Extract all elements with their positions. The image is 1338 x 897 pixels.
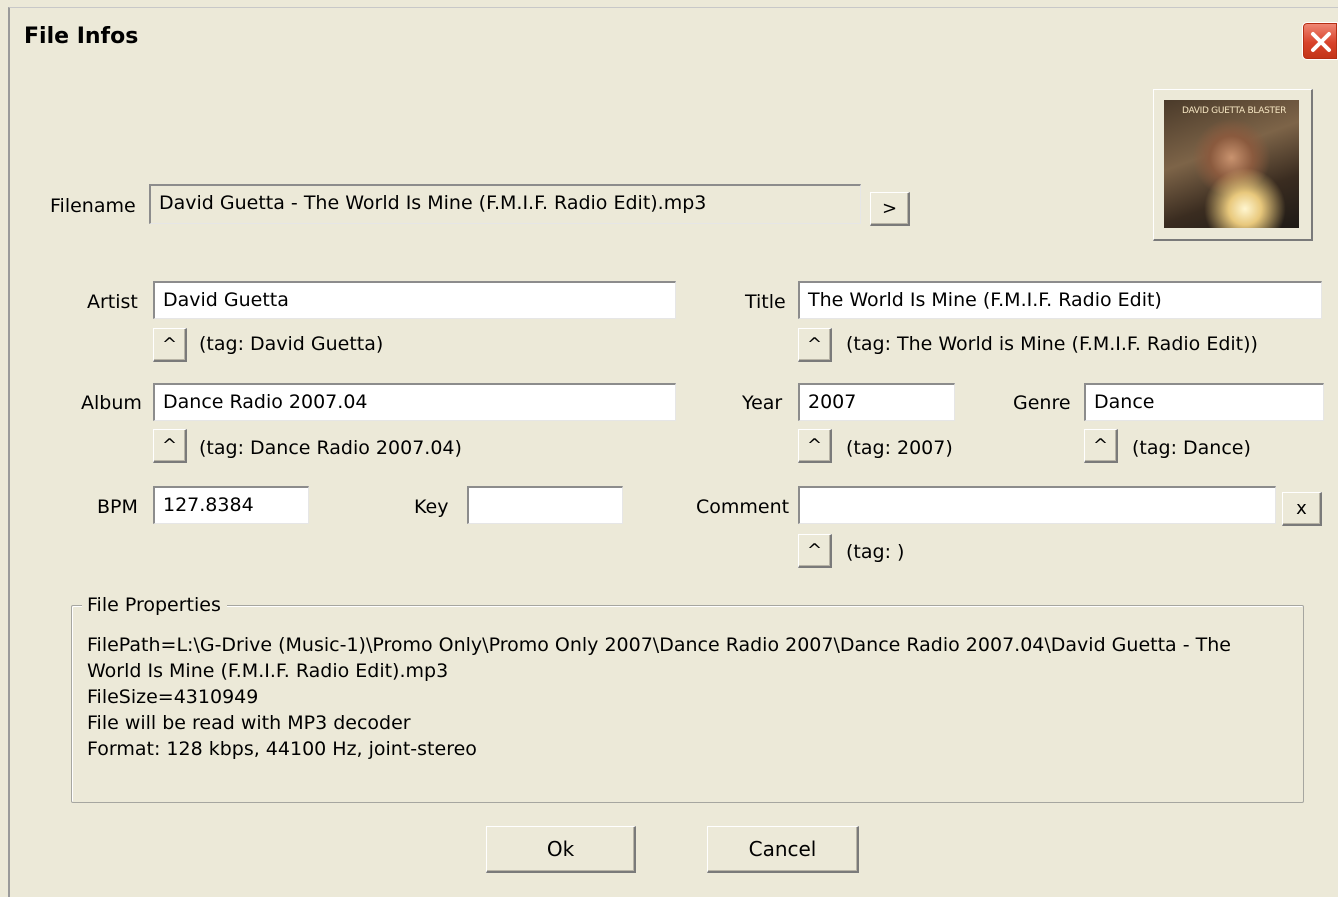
filename-field[interactable]: David Guetta - The World Is Mine (F.M.I.… (149, 184, 861, 224)
file-properties-title: File Properties (82, 594, 227, 616)
format-line: Format: 128 kbps, 44100 Hz, joint-stereo (87, 738, 477, 760)
decoder-line: File will be read with MP3 decoder (87, 712, 411, 734)
file-infos-dialog: File Infos Filename David Guetta - The W… (8, 7, 1338, 897)
file-properties-group: File Properties FilePath=L:\G-Drive (Mus… (71, 594, 1304, 803)
album-art-frame[interactable]: DAVID GUETTA BLASTER (1153, 89, 1313, 241)
file-properties-text: FilePath=L:\G-Drive (Music-1)\Promo Only… (87, 632, 1277, 762)
file-path-line: FilePath=L:\G-Drive (Music-1)\Promo Only… (87, 634, 1231, 682)
genre-copy-tag-button[interactable]: ^ (1084, 429, 1118, 463)
title-bar[interactable]: File Infos (10, 8, 1338, 76)
close-button[interactable] (1302, 22, 1338, 60)
comment-label: Comment (696, 496, 790, 518)
album-tag-text: (tag: Dance Radio 2007.04) (199, 437, 462, 459)
album-label: Album (81, 392, 142, 414)
artist-input[interactable]: David Guetta (153, 281, 676, 319)
filename-label: Filename (50, 195, 136, 217)
ok-button[interactable]: Ok (486, 826, 636, 873)
artist-label: Artist (87, 291, 138, 313)
close-icon (1311, 32, 1331, 52)
genre-tag-text: (tag: Dance) (1132, 437, 1251, 459)
comment-input[interactable] (798, 486, 1276, 524)
file-size-line: FileSize=4310949 (87, 686, 259, 708)
window-title: File Infos (24, 24, 139, 49)
bpm-label: BPM (97, 496, 138, 518)
album-copy-tag-button[interactable]: ^ (153, 429, 187, 463)
key-label: Key (414, 496, 449, 518)
comment-copy-tag-button[interactable]: ^ (798, 534, 832, 568)
title-tag-text: (tag: The World is Mine (F.M.I.F. Radio … (846, 333, 1258, 355)
year-copy-tag-button[interactable]: ^ (798, 429, 832, 463)
album-art-caption: DAVID GUETTA BLASTER (1182, 106, 1287, 116)
artist-copy-tag-button[interactable]: ^ (153, 328, 187, 362)
genre-label: Genre (1013, 392, 1071, 414)
comment-tag-text: (tag: ) (846, 541, 905, 563)
title-copy-tag-button[interactable]: ^ (798, 328, 832, 362)
title-input[interactable]: The World Is Mine (F.M.I.F. Radio Edit) (798, 281, 1322, 319)
album-art-image: DAVID GUETTA BLASTER (1164, 100, 1299, 228)
year-input[interactable]: 2007 (798, 383, 955, 421)
genre-input[interactable]: Dance (1084, 383, 1324, 421)
comment-clear-button[interactable]: x (1282, 492, 1322, 526)
browse-button[interactable]: > (870, 192, 910, 226)
cancel-button[interactable]: Cancel (707, 826, 859, 873)
artist-tag-text: (tag: David Guetta) (199, 333, 384, 355)
title-label: Title (745, 291, 786, 313)
year-label: Year (742, 392, 783, 414)
bpm-input[interactable]: 127.8384 (153, 486, 309, 524)
album-input[interactable]: Dance Radio 2007.04 (153, 383, 676, 421)
year-tag-text: (tag: 2007) (846, 437, 953, 459)
key-input[interactable] (467, 486, 623, 524)
